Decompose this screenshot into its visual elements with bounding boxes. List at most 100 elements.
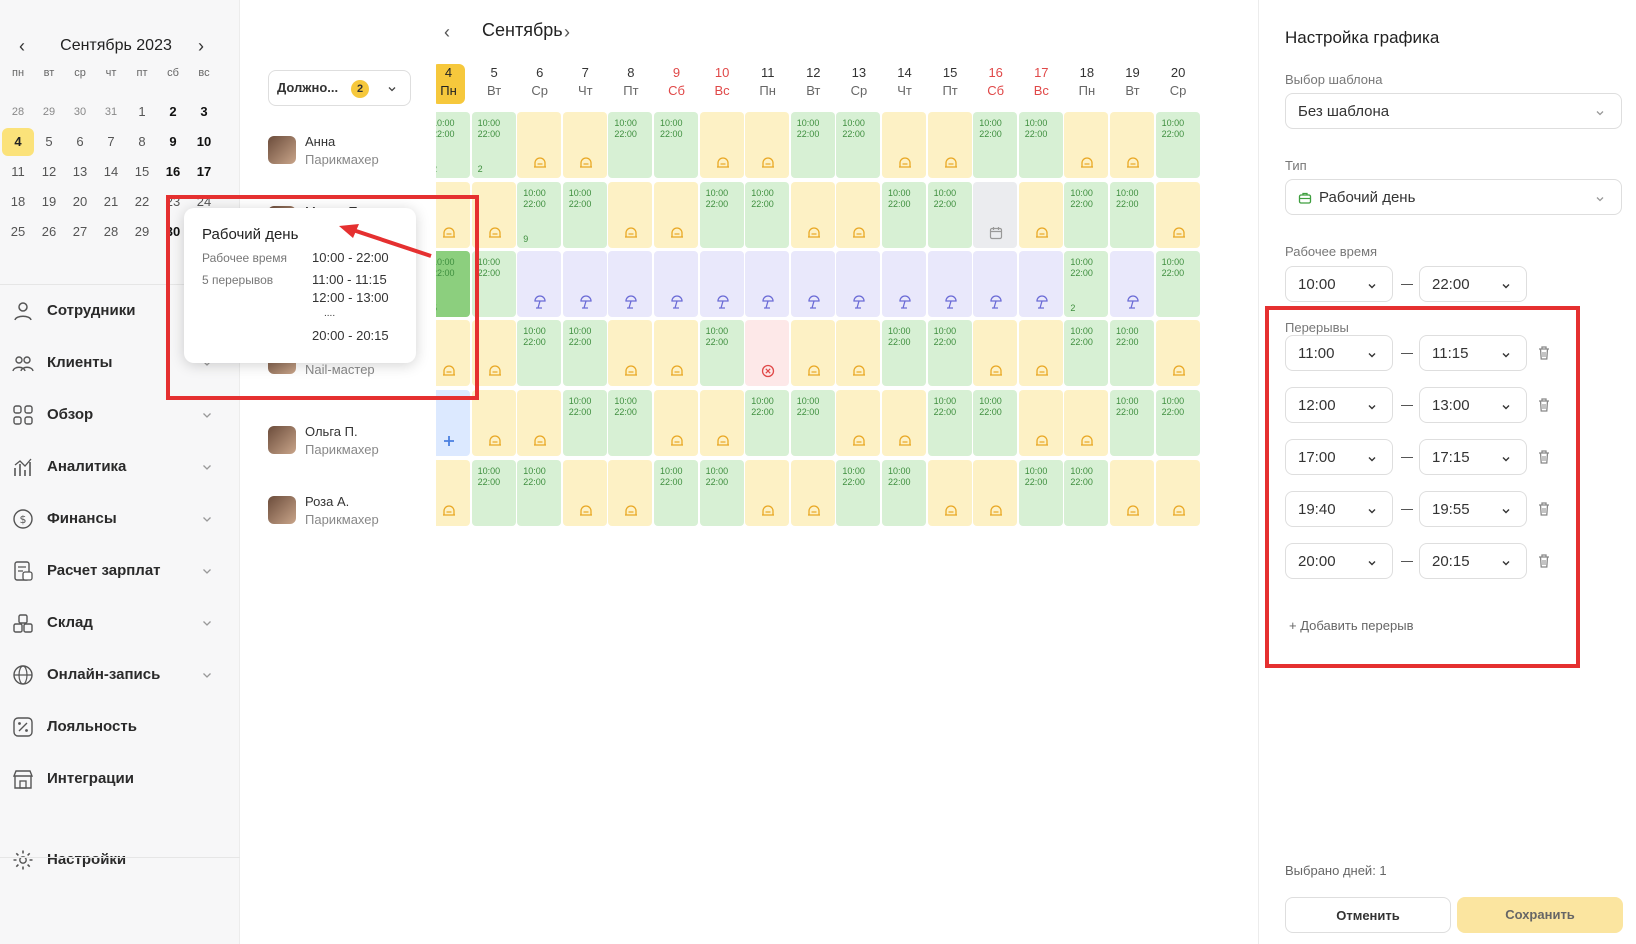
day-header[interactable]: 16 Сб xyxy=(979,64,1012,104)
sidebar-item-10[interactable]: Интеграции xyxy=(0,757,240,801)
schedule-cell[interactable] xyxy=(1018,182,1063,248)
schedule-cell[interactable] xyxy=(790,251,835,317)
sidebar-item-11[interactable]: Настройки xyxy=(0,838,240,882)
schedule-cell[interactable] xyxy=(836,182,881,248)
day-header[interactable]: 8 Пт xyxy=(614,64,647,104)
calendar-day[interactable]: 26 xyxy=(33,218,65,246)
schedule-cell[interactable] xyxy=(517,251,562,317)
schedule-cell[interactable] xyxy=(790,320,835,386)
schedule-cell[interactable] xyxy=(1018,390,1063,456)
schedule-cell[interactable] xyxy=(1155,182,1200,248)
schedule-cell[interactable]: 10:00 22:00 xyxy=(973,390,1018,456)
calendar-day[interactable]: 15 xyxy=(126,158,158,186)
schedule-cell[interactable]: 10:00 22:00 xyxy=(1155,112,1200,178)
schedule-cell[interactable]: 10:00 22:00 xyxy=(927,390,972,456)
calendar-day[interactable]: 28 xyxy=(95,218,127,246)
calendar-day[interactable]: 25 xyxy=(2,218,34,246)
schedule-cell[interactable]: 10:00 22:00 xyxy=(1064,460,1109,526)
schedule-cell[interactable] xyxy=(1064,390,1109,456)
schedule-cell[interactable]: 10:00 22:00 xyxy=(836,460,881,526)
calendar-day[interactable]: 20 xyxy=(64,188,96,216)
schedule-cell[interactable]: 10:00 22:00 xyxy=(699,182,744,248)
schedule-cell[interactable] xyxy=(836,390,881,456)
calendar-day[interactable]: 13 xyxy=(64,158,96,186)
schedule-cell[interactable] xyxy=(1110,460,1154,526)
schedule-cell[interactable] xyxy=(927,112,972,178)
calendar-day[interactable]: 1 xyxy=(126,98,158,126)
schedule-cell[interactable] xyxy=(608,460,653,526)
schedule-cell[interactable] xyxy=(654,320,698,386)
sidebar-item-6[interactable]: Расчет зарплат xyxy=(0,549,240,593)
day-header[interactable]: 5 Вт xyxy=(478,64,511,104)
schedule-cell[interactable]: 10:0022:00 2 xyxy=(471,112,516,178)
calendar-day[interactable]: 18 xyxy=(2,188,34,216)
calendar-day[interactable]: 31 xyxy=(95,98,127,126)
schedule-cell[interactable]: 10:00 22:00 xyxy=(654,112,698,178)
schedule-cell[interactable] xyxy=(1110,112,1154,178)
calendar-day[interactable]: 28 xyxy=(2,98,34,126)
schedule-cell[interactable]: 10:00 22:00 xyxy=(699,460,744,526)
schedule-cell[interactable]: 10:00 22:00 9 xyxy=(517,182,562,248)
schedule-cell[interactable]: 10:00 22:00 xyxy=(882,460,926,526)
calendar-day[interactable]: 11 xyxy=(2,158,34,186)
schedule-cell[interactable]: 10:00 22:00 xyxy=(1064,182,1109,248)
schedule-cell[interactable] xyxy=(973,320,1018,386)
schedule-cell[interactable]: 10:00 22:00 xyxy=(1018,112,1063,178)
schedule-cell[interactable]: 10:00 22:00 xyxy=(745,390,790,456)
next-month-icon[interactable]: › xyxy=(556,18,578,46)
schedule-cell[interactable] xyxy=(436,460,470,526)
schedule-cell[interactable] xyxy=(654,251,698,317)
day-header[interactable]: 11 Пн xyxy=(751,64,784,104)
calendar-day[interactable]: 17 xyxy=(188,158,220,186)
day-header[interactable]: 10 Вс xyxy=(706,64,739,104)
schedule-cell[interactable] xyxy=(882,390,926,456)
calendar-day[interactable]: 21 xyxy=(95,188,127,216)
schedule-cell[interactable]: 10:00 22:00 xyxy=(1064,320,1109,386)
schedule-cell[interactable]: 10:00 22:00 xyxy=(927,182,972,248)
schedule-cell[interactable]: 10:00 22:00 xyxy=(471,460,516,526)
schedule-cell[interactable] xyxy=(836,251,881,317)
sidebar-item-9[interactable]: Лояльность xyxy=(0,705,240,749)
schedule-cell[interactable]: 10:00 22:00 xyxy=(973,112,1018,178)
schedule-cell[interactable]: 10:00 22:00 xyxy=(562,390,607,456)
day-header[interactable]: 4 Пн xyxy=(436,64,465,104)
schedule-cell[interactable] xyxy=(562,251,607,317)
schedule-cell[interactable]: 10:00 22:00 xyxy=(608,112,653,178)
calendar-day[interactable]: 29 xyxy=(126,218,158,246)
calendar-day[interactable]: 3 xyxy=(188,98,220,126)
save-button[interactable]: Сохранить xyxy=(1457,897,1623,933)
schedule-cell[interactable]: 10:00 22:00 xyxy=(1110,390,1154,456)
schedule-cell[interactable]: 10:00 22:00 xyxy=(1018,460,1063,526)
calendar-day[interactable]: 7 xyxy=(95,128,127,156)
next-month-icon[interactable]: › xyxy=(189,34,213,58)
day-header[interactable]: 15 Пт xyxy=(934,64,967,104)
schedule-cell[interactable] xyxy=(973,460,1018,526)
schedule-cell[interactable] xyxy=(562,460,607,526)
schedule-cell[interactable] xyxy=(973,182,1018,248)
day-header[interactable]: 6 Ср xyxy=(523,64,556,104)
schedule-cell[interactable]: 10:0022:00 2 xyxy=(436,112,470,178)
schedule-cell[interactable]: 10:00 22:00 xyxy=(790,112,835,178)
schedule-cell[interactable]: 10:00 22:00 xyxy=(517,460,562,526)
employee-row[interactable]: Анна Парикмахер xyxy=(268,122,428,182)
schedule-cell[interactable] xyxy=(790,182,835,248)
schedule-cell[interactable] xyxy=(608,182,653,248)
day-header[interactable]: 14 Чт xyxy=(888,64,921,104)
schedule-cell[interactable] xyxy=(882,112,926,178)
schedule-cell[interactable] xyxy=(1155,320,1200,386)
schedule-cell[interactable]: 10:00 22:00 xyxy=(562,320,607,386)
schedule-cell[interactable] xyxy=(608,320,653,386)
calendar-day[interactable]: 14 xyxy=(95,158,127,186)
schedule-cell[interactable]: 10:00 22:00 xyxy=(1155,251,1200,317)
schedule-cell[interactable]: 10:00 22:00 xyxy=(517,320,562,386)
calendar-day[interactable]: 19 xyxy=(33,188,65,216)
schedule-cell[interactable] xyxy=(562,112,607,178)
schedule-cell[interactable] xyxy=(699,251,744,317)
day-header[interactable]: 12 Вт xyxy=(797,64,830,104)
work-time-to[interactable]: 22:00 xyxy=(1419,266,1527,302)
template-select[interactable]: Без шаблона xyxy=(1285,93,1622,129)
schedule-cell[interactable]: 10:00 22:00 xyxy=(836,112,881,178)
employee-row[interactable]: Ольга П. Парикмахер xyxy=(268,412,428,472)
schedule-cell[interactable]: 10:00 22:00 xyxy=(654,460,698,526)
calendar-day[interactable]: 27 xyxy=(64,218,96,246)
